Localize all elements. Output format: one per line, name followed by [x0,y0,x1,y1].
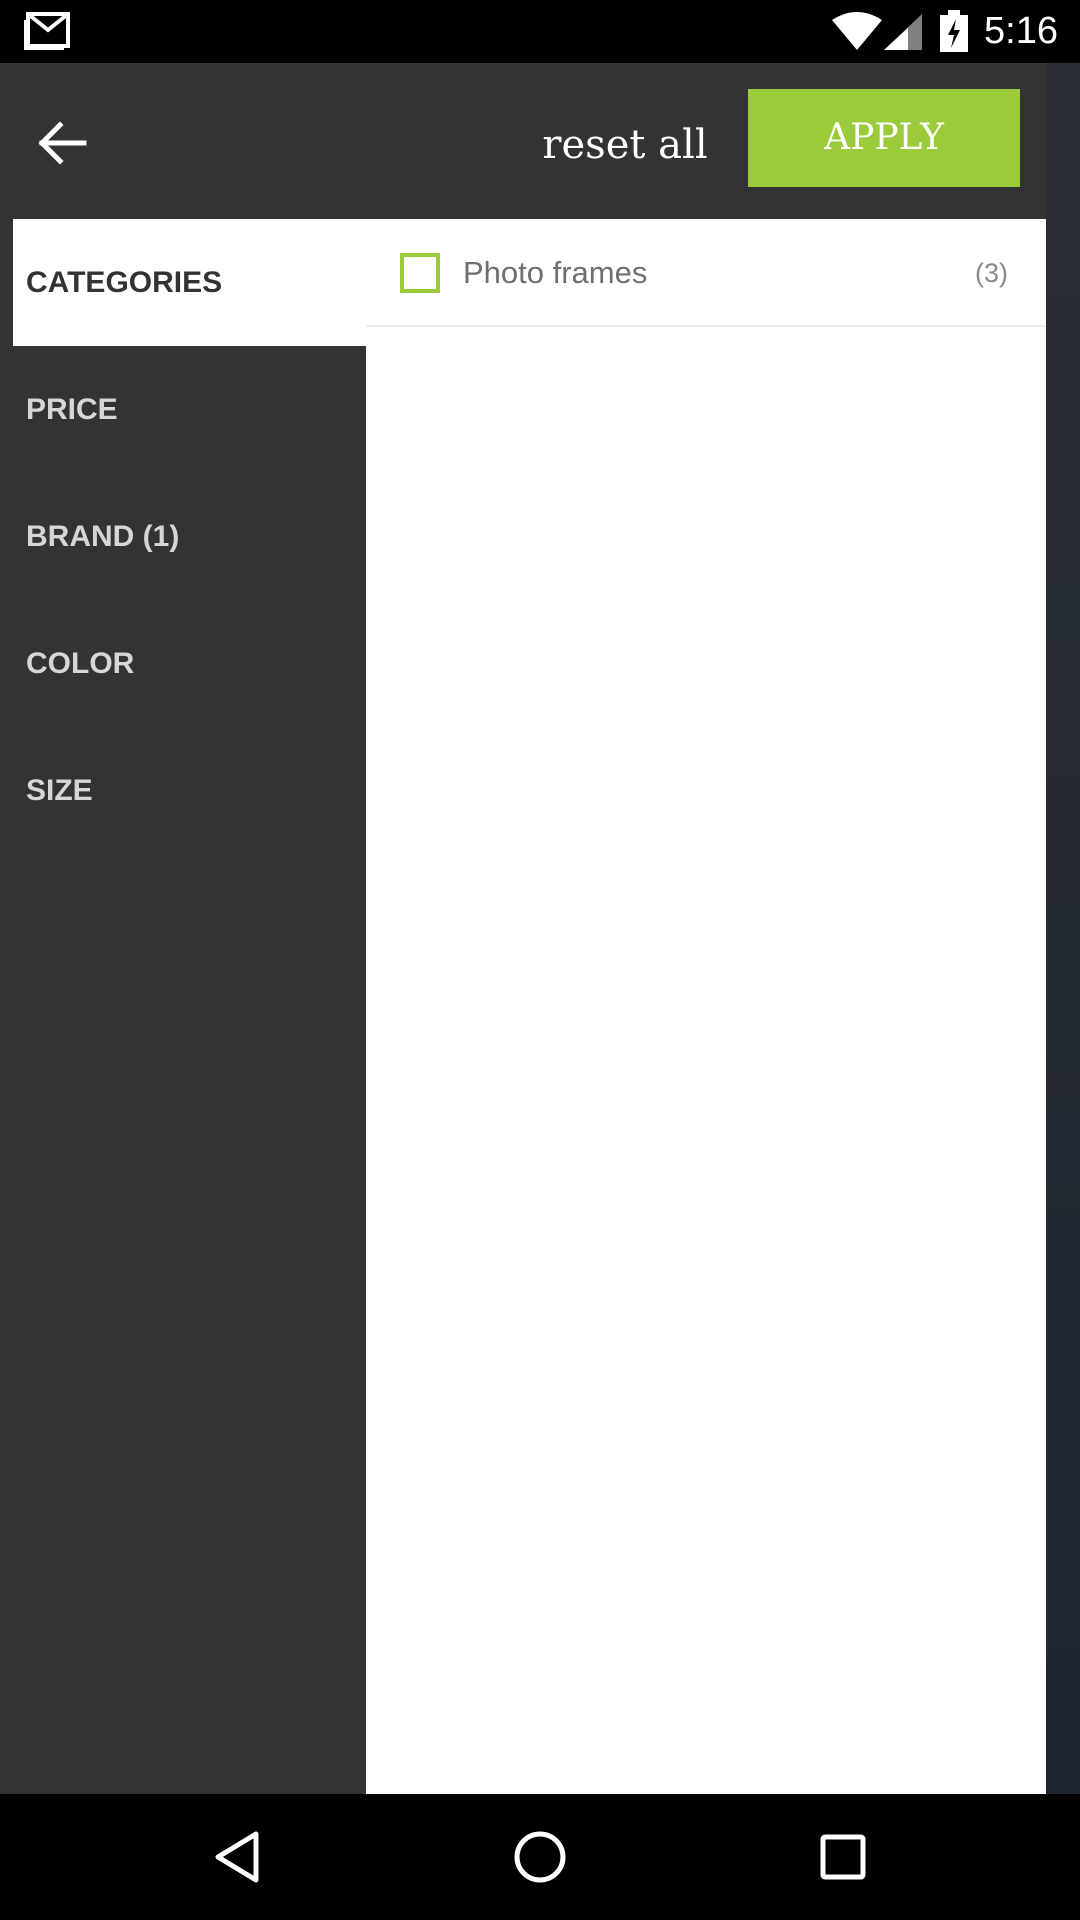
nav-back-button[interactable] [202,1822,272,1892]
recents-square-icon [820,1834,866,1880]
nav-home-button[interactable] [505,1822,575,1892]
battery-charging-icon [940,10,968,52]
filter-drawer: reset all APPLY CATEGORIES PRICE BRAND (… [0,63,1046,1794]
home-circle-icon [514,1831,566,1883]
option-count: (3) [975,258,1008,288]
filter-sidebar: CATEGORIES PRICE BRAND (1) COLOR SIZE [0,219,366,1794]
filter-option-row[interactable]: Photo frames (3) [366,219,1046,327]
navigation-bar [0,1794,1080,1920]
gmail-icon [24,12,70,50]
status-time: 5:16 [984,10,1058,52]
back-button[interactable] [22,107,102,179]
status-bar: 5:16 [0,0,1080,63]
sidebar-item-categories[interactable]: CATEGORIES [13,219,366,346]
reset-all-button[interactable]: reset all [530,109,720,181]
sidebar-item-size[interactable]: SIZE [0,727,366,854]
backdrop[interactable] [1046,63,1080,1794]
filter-header: reset all APPLY [0,63,1046,219]
option-label: Photo frames [463,255,648,290]
filter-options-panel: Photo frames (3) [366,219,1046,1794]
arrow-left-icon [38,121,87,165]
wifi-icon [832,12,882,50]
sidebar-item-price[interactable]: PRICE [0,346,366,473]
signal-icon [884,14,922,50]
sidebar-item-brand[interactable]: BRAND (1) [0,473,366,600]
sidebar-item-color[interactable]: COLOR [0,600,366,727]
nav-recents-button[interactable] [808,1822,878,1892]
back-triangle-icon [215,1831,259,1883]
option-checkbox[interactable] [400,253,440,293]
apply-button[interactable]: APPLY [748,89,1020,187]
